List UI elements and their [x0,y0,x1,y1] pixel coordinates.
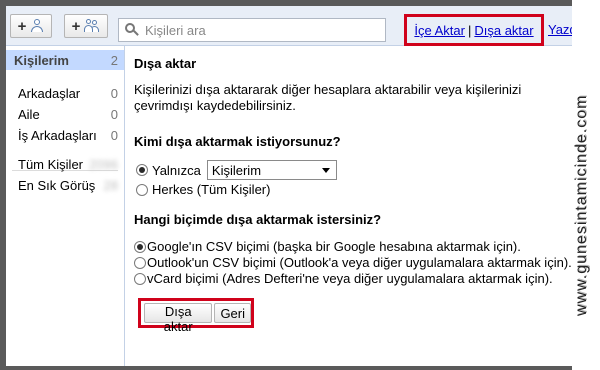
watermark: www.gunesintamicinde.com [573,94,590,316]
format-label: Outlook'un CSV biçimi (Outlook'a veya di… [147,255,572,270]
group-select-value: Kişilerim [211,162,262,178]
everyone-label: Herkes (Tüm Kişiler) [152,182,271,197]
page-title: Dışa aktar [134,56,197,71]
sidebar-item-label: Arkadaşlar [18,85,81,101]
search-icon [125,23,139,37]
sidebar-item-count: 2 [110,52,118,68]
link-separator: | [467,22,472,38]
group-icon [84,19,100,33]
sidebar-item-most-contacted[interactable]: En Sık Görüş 28 [6,176,124,194]
format-option-vcard[interactable]: vCard biçimi (Adres Defteri'ne veya diğe… [134,271,553,286]
format-radio[interactable] [134,240,146,253]
add-contact-button[interactable]: + [10,14,52,38]
export-panel: Dışa aktar Kişilerinizi dışa aktararak d… [126,46,572,366]
who-question: Kimi dışa aktarmak istiyorsunuz? [134,134,341,149]
sidebar-item-label: İş Arkadaşları [18,127,97,143]
only-radio[interactable] [136,164,148,176]
format-question: Hangi biçimde dışa aktarmak istersiniz? [134,212,382,227]
only-label: Yalnızca [152,162,201,178]
print-link[interactable]: Yazdır [548,22,572,37]
search-input[interactable] [145,22,375,38]
sidebar-item-coworkers[interactable]: İş Arkadaşları 0 [6,126,124,144]
dropdown-arrow-icon [321,167,330,173]
sidebar-item-friends[interactable]: Arkadaşlar 0 [6,84,124,102]
format-radio[interactable] [134,256,146,269]
everyone-option[interactable]: Herkes (Tüm Kişiler) [136,182,270,197]
sidebar-item-family[interactable]: Aile 0 [6,105,124,123]
plus-label: + [71,17,81,35]
sidebar-item-count: 0 [110,127,118,143]
search-box[interactable] [118,18,386,42]
format-option-outlook[interactable]: Outlook'un CSV biçimi (Outlook'a veya di… [134,255,572,270]
import-link[interactable]: İçe Aktar [414,23,465,38]
back-button[interactable]: Geri [214,303,251,323]
sidebar-item-count: 0 [110,106,118,122]
only-option[interactable]: Yalnızca Kişilerim [136,160,337,180]
person-icon [30,19,44,33]
action-buttons-highlight: Dışa aktar Geri [138,298,254,334]
toolbar: + + İçe Aktar | Dışa aktar Yazdır [6,6,572,46]
description-text: Kişilerinizi dışa aktararak diğer hesapl… [134,82,522,113]
add-group-button[interactable]: + [64,14,108,38]
sidebar: Kişilerim 2 Arkadaşlar 0 Aile 0 İş Arkad… [6,46,125,366]
sidebar-item-label: En Sık Görüş [18,177,96,193]
sidebar-item-count: 0 [110,85,118,101]
import-export-highlight: İçe Aktar | Dışa aktar [404,14,544,46]
sidebar-item-all-contacts[interactable]: Tüm Kişiler 2096 [6,155,124,173]
export-button[interactable]: Dışa aktar [144,303,213,334]
sidebar-item-label: Kişilerim [14,52,69,68]
sidebar-item-count: 2096 [89,156,118,172]
format-radio[interactable] [134,272,146,285]
sidebar-item-label: Aile [18,106,40,122]
plus-label: + [17,17,27,35]
sidebar-item-my-contacts[interactable]: Kişilerim 2 [6,50,124,70]
export-link[interactable]: Dışa aktar [474,23,533,38]
everyone-radio[interactable] [136,183,148,196]
format-option-google[interactable]: Google'ın CSV biçimi (başka bir Google h… [134,239,521,254]
group-select[interactable]: Kişilerim [206,160,337,180]
sidebar-item-count: 28 [103,177,118,193]
sidebar-item-label: Tüm Kişiler [18,156,84,172]
contacts-window: + + İçe Aktar | Dışa aktar Yazdır Kişile… [6,6,572,366]
format-label: Google'ın CSV biçimi (başka bir Google h… [147,239,521,254]
format-label: vCard biçimi (Adres Defteri'ne veya diğe… [147,271,553,286]
